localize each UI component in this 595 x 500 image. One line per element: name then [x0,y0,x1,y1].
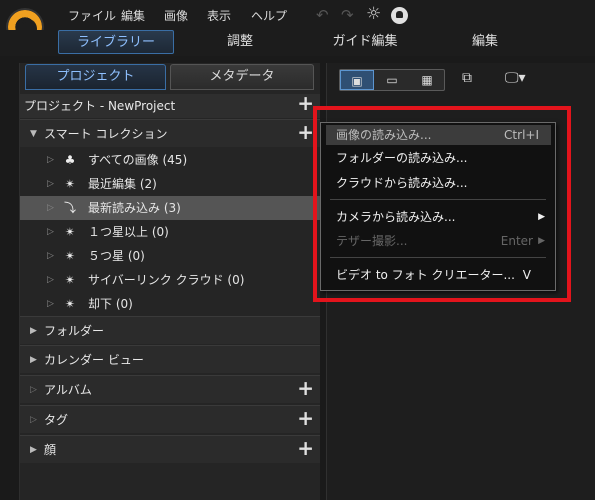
expand-arrow-icon[interactable]: ▷ [47,244,54,268]
expand-arrow-icon[interactable]: ▷ [47,268,54,292]
add-album-icon[interactable]: + [297,374,314,402]
album-section-label: アルバム [44,383,92,397]
folder-section-label: フォルダー [44,324,105,338]
calendar-section-label: カレンダー ビュー [44,353,144,367]
expand-arrow-icon[interactable]: ▷ [47,172,54,196]
collection-item-latest-import[interactable]: ▷ ⤵ 最新読み込み (3) [20,196,320,220]
folder-section[interactable]: ▶ フォルダー [20,316,320,344]
collapse-arrow-icon[interactable]: ▼ [30,120,37,148]
smart-collection-label: スマート コレクション [44,127,168,141]
monitor-icon[interactable]: 🖵▾ [505,70,526,86]
menu-help[interactable]: ヘルプ [251,7,287,24]
collection-item-label: 最近編集 (2) [88,177,157,191]
add-smart-collection-icon[interactable]: + [297,118,314,146]
add-face-icon[interactable]: + [297,434,314,462]
collection-item-label: １つ星以上 (0) [88,225,169,239]
add-tag-icon[interactable]: + [297,404,314,432]
collection-item-rejected[interactable]: ▷ ✴ 却下 (0) [20,292,320,316]
magic-wand-icon: ✴ [64,297,76,311]
magic-wand-icon: ✴ [64,177,76,191]
menu-file[interactable]: ファイル [68,7,116,24]
face-section[interactable]: ▶ 顔 + [20,435,320,463]
tag-section[interactable]: ▷ タグ + [20,405,320,433]
menu-edit[interactable]: 編集 [121,7,145,24]
expand-arrow-icon[interactable]: ▷ [47,148,54,172]
expand-arrow-icon[interactable]: ▷ [47,292,54,316]
collection-item-one-star[interactable]: ▷ ✴ １つ星以上 (0) [20,220,320,244]
album-section[interactable]: ▷ アルバム + [20,375,320,403]
collection-item-label: サイバーリンク クラウド (0) [88,273,245,287]
tag-section-label: タグ [44,413,69,427]
collection-item-label: 最新読み込み (3) [88,201,181,215]
expand-arrow-icon[interactable]: ▷ [47,220,54,244]
collection-item-recent-edits[interactable]: ▷ ✴ 最近編集 (2) [20,172,320,196]
bell-icon[interactable] [391,7,408,24]
add-project-icon[interactable]: + [297,91,314,115]
expand-arrow-icon[interactable]: ▶ [30,436,37,464]
tab-guided-edit[interactable]: ガイド編集 [315,30,415,54]
calendar-section[interactable]: ▶ カレンダー ビュー [20,345,320,373]
undo-icon[interactable]: ↶ [316,6,329,24]
magic-wand-icon: ✴ [64,249,76,263]
face-section-label: 顔 [44,443,57,457]
expand-arrow-icon[interactable]: ▷ [30,376,37,404]
menu-view[interactable]: 表示 [207,7,231,24]
tab-edit[interactable]: 編集 [455,30,515,54]
collection-item-five-star[interactable]: ▷ ✴ ５つ星 (0) [20,244,320,268]
collection-item-all-images[interactable]: ▷ ♣ すべての画像 (45) [20,148,320,172]
tab-adjust[interactable]: 調整 [205,30,275,54]
smart-collection-header[interactable]: ▼ スマート コレクション + [20,119,320,147]
highlight-frame [313,106,571,302]
tab-library[interactable]: ライブラリー [58,30,174,54]
hierarchy-icon: ♣ [64,153,76,167]
expand-arrow-icon[interactable]: ▶ [30,346,37,374]
menu-image[interactable]: 画像 [164,7,188,24]
collection-item-label: ５つ星 (0) [88,249,145,263]
tab-metadata[interactable]: メタデータ [170,64,314,90]
single-view-icon[interactable]: ▭ [375,70,409,90]
collection-item-cyberlink-cloud[interactable]: ▷ ✴ サイバーリンク クラウド (0) [20,268,320,292]
redo-icon[interactable]: ↷ [341,6,354,24]
expand-arrow-icon[interactable]: ▷ [30,406,37,434]
expand-arrow-icon[interactable]: ▶ [30,317,37,345]
project-title: プロジェクト - NewProject [24,99,176,113]
expand-arrow-icon[interactable]: ▷ [47,196,54,220]
grid-view-icon[interactable]: ▦ [410,70,444,90]
magic-wand-icon: ✴ [64,273,76,287]
import-arrow-icon: ⤵ [63,201,76,215]
project-header[interactable]: プロジェクト - NewProject + [20,91,320,118]
magic-wand-icon: ✴ [64,225,76,239]
collection-item-label: 却下 (0) [88,297,133,311]
compare-icon[interactable]: ⧉ [462,70,472,86]
gear-icon[interactable]: ☼ [366,4,381,24]
collection-item-label: すべての画像 (45) [88,153,188,167]
tab-project[interactable]: プロジェクト [25,64,166,90]
import-view-icon[interactable]: ▣ [340,70,374,90]
